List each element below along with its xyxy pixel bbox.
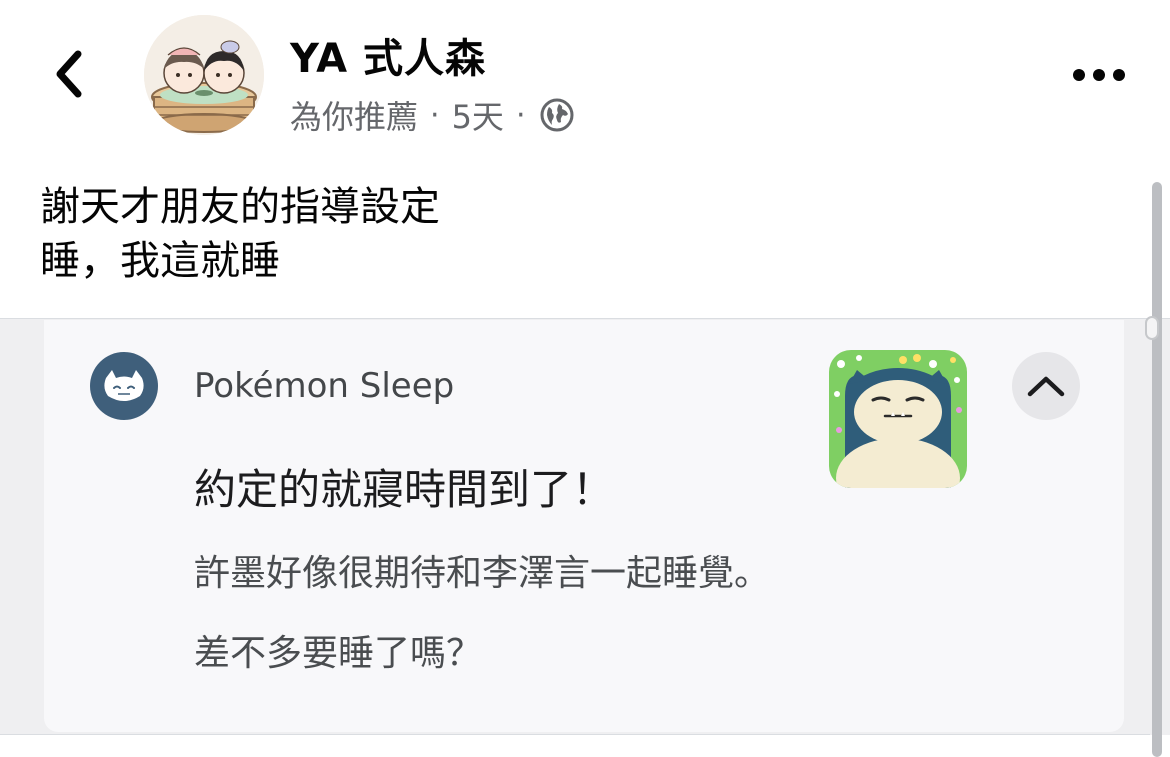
post-author-name[interactable]: YA 式人森: [290, 26, 486, 84]
notification-title: 約定的就寢時間到了！: [194, 465, 615, 514]
collapse-notification-button[interactable]: [1012, 352, 1080, 420]
facebook-post-screen: YA 式人森 為你推薦 · 5天 · 謝天才朋友的指導設定 睡，我這就睡 Pok…: [0, 0, 1170, 757]
notification-app-name: Pokémon Sleep: [194, 366, 455, 406]
notification-body-line: 許墨好像很期待和李澤言一起睡覺。: [194, 553, 771, 594]
post-text: 謝天才朋友的指導設定 睡，我這就睡: [40, 180, 1130, 288]
post-text-line: 睡，我這就睡: [40, 238, 280, 284]
avatar-illustration: [144, 15, 264, 135]
snorlax-sleeping-image: [829, 350, 967, 488]
post-time[interactable]: 5天: [452, 92, 504, 138]
recommended-label: 為你推薦: [290, 98, 419, 136]
notification-body-line: 差不多要睡了嗎？: [194, 633, 483, 674]
app-icon: [90, 352, 158, 420]
divider: [0, 734, 1150, 735]
meta-separator: ·: [430, 97, 440, 133]
back-button[interactable]: [40, 44, 100, 104]
globe-icon: [540, 98, 574, 132]
post-meta: 為你推薦 · 5天 ·: [290, 92, 575, 138]
post-text-line: 謝天才朋友的指導設定: [40, 184, 440, 230]
author-avatar[interactable]: [144, 15, 264, 135]
meta-separator: ·: [515, 97, 526, 133]
notification-thumbnail: [829, 350, 967, 488]
scrollbar[interactable]: [1152, 182, 1162, 757]
chevron-up-icon: [1027, 376, 1065, 397]
more-horizontal-icon: [1073, 69, 1125, 81]
more-options-button[interactable]: [1066, 50, 1132, 100]
scrollbar-handle[interactable]: [1145, 316, 1159, 340]
pokemon-sleep-logo-icon: [104, 370, 144, 401]
chevron-left-icon: [56, 50, 82, 98]
